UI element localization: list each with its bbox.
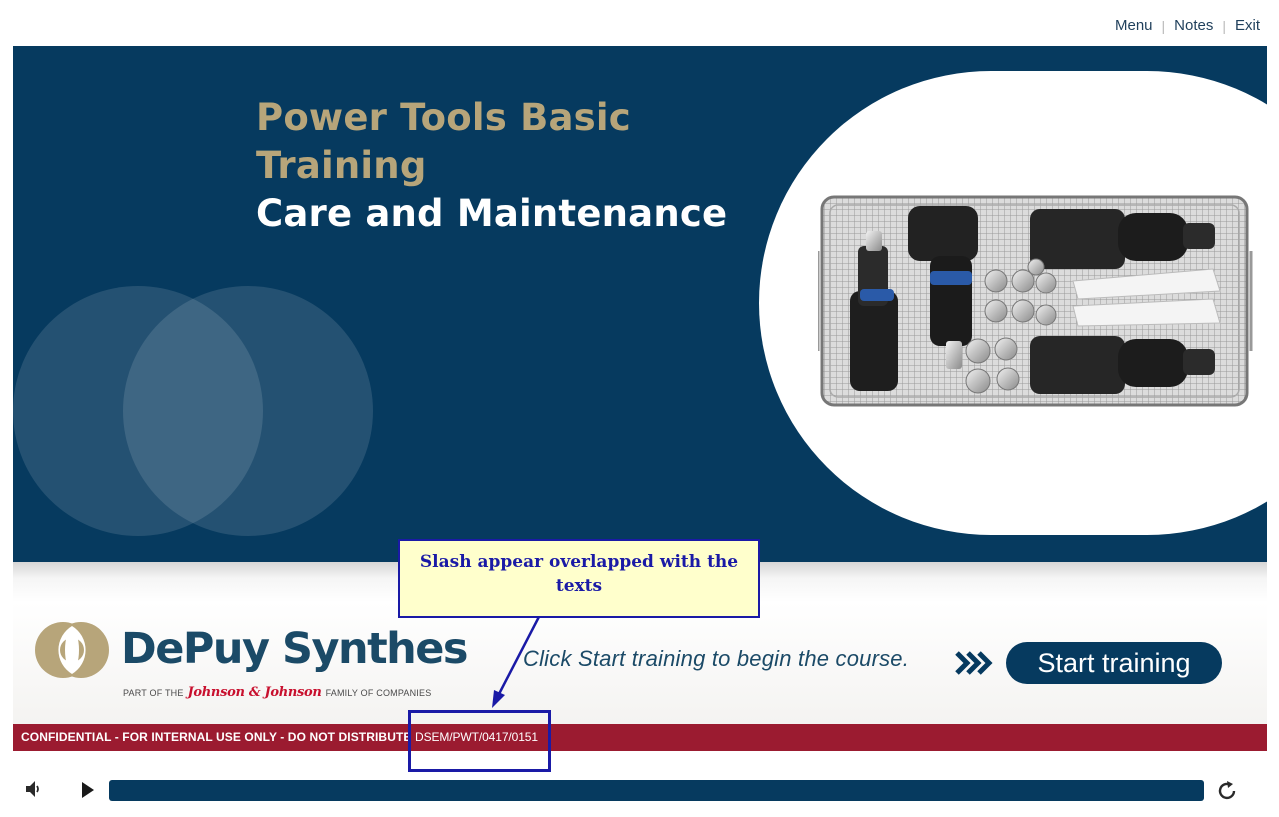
power-tools-tray-image	[818, 195, 1253, 407]
title-line-2: Training	[256, 144, 427, 187]
triple-chevron-icon	[955, 651, 993, 675]
nav-separator: |	[1161, 17, 1166, 34]
start-training-button[interactable]: Start training	[1006, 642, 1222, 684]
depuy-synthes-logo-icon	[35, 622, 109, 678]
slide-canvas: Power Tools Basic Training Care and Main…	[13, 46, 1267, 751]
confidential-notice: CONFIDENTIAL - FOR INTERNAL USE ONLY - D…	[21, 730, 412, 744]
volume-icon[interactable]	[23, 778, 45, 800]
brand-name: DePuy Synthes	[121, 624, 469, 674]
slide-subtitle: Care and Maintenance	[256, 192, 728, 235]
brand-tagline: PART OF THE Johnson & Johnson FAMILY OF …	[123, 685, 431, 700]
notes-link[interactable]: Notes	[1174, 17, 1213, 34]
progress-bar[interactable]	[109, 780, 1204, 801]
confidential-strip: CONFIDENTIAL - FOR INTERNAL USE ONLY - D…	[13, 724, 1267, 751]
instruction-text: Click Start training to begin the course…	[523, 646, 910, 671]
replay-icon[interactable]	[1215, 779, 1239, 803]
play-icon[interactable]	[79, 780, 97, 800]
top-nav: Menu | Notes | Exit	[1115, 17, 1260, 34]
brand-tagline-prefix: PART OF THE	[123, 687, 184, 698]
brand-tagline-suffix: FAMILY OF COMPANIES	[325, 687, 432, 698]
slide-title: Power Tools Basic Training Care and Main…	[256, 94, 727, 238]
annotation-highlight-box	[408, 710, 551, 772]
exit-link[interactable]: Exit	[1235, 17, 1260, 34]
nav-separator: |	[1222, 17, 1226, 34]
johnson-johnson-logo: Johnson & Johnson	[187, 685, 322, 700]
menu-link[interactable]: Menu	[1115, 17, 1153, 34]
title-line-1: Power Tools Basic	[256, 96, 631, 139]
annotation-callout: Slash appear overlapped with the texts	[398, 539, 760, 618]
